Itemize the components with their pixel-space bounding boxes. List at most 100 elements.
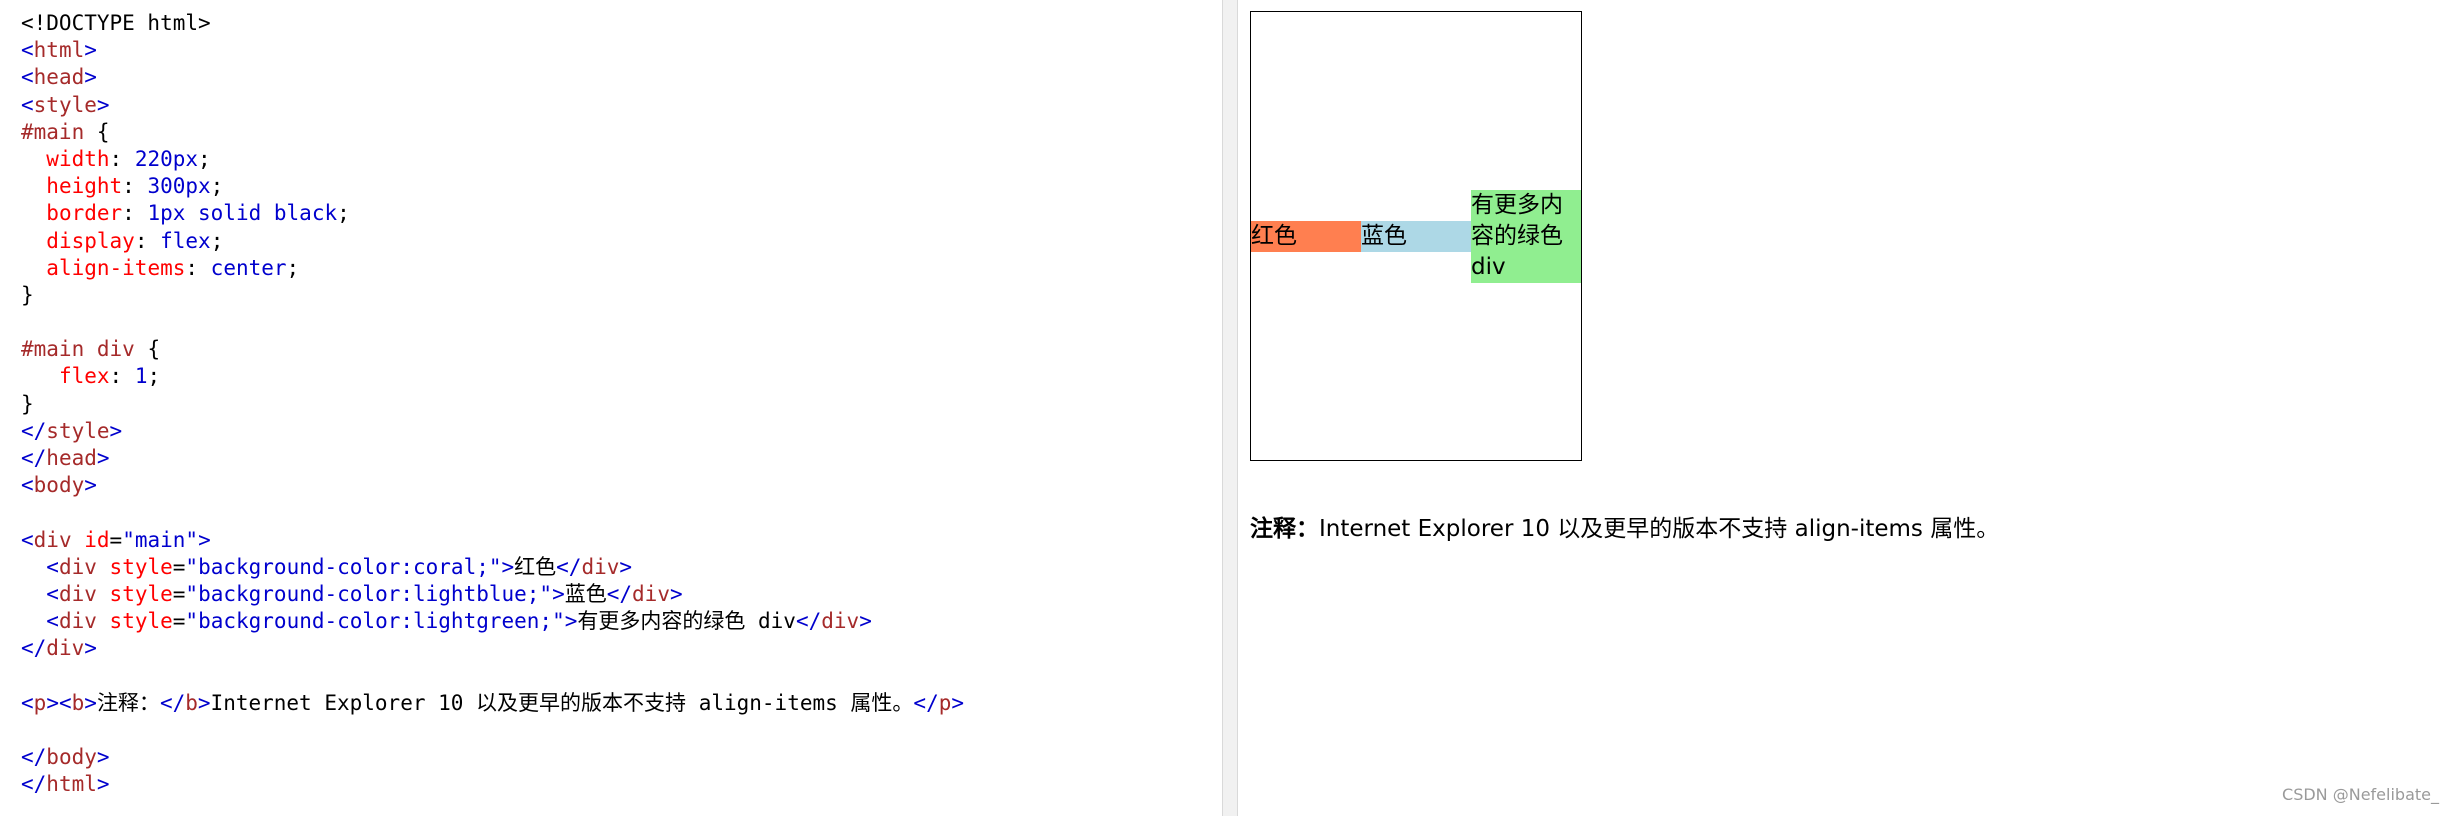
- code-token: </: [21, 418, 47, 443]
- code-token: head: [33, 65, 85, 90]
- code-line: width: 220px;: [21, 146, 964, 173]
- code-line: <!DOCTYPE html>: [21, 10, 964, 37]
- code-token: <: [21, 92, 34, 117]
- code-token: style: [109, 581, 173, 606]
- code-token: </: [21, 636, 47, 661]
- csdn-watermark: CSDN @Nefelibate_: [2282, 785, 2439, 804]
- code-token: 蓝色: [564, 581, 607, 606]
- code-token: >: [198, 527, 211, 552]
- code-token: div: [58, 554, 97, 579]
- code-token: body: [46, 745, 97, 770]
- code-token: >: [197, 690, 211, 715]
- code-token: >: [46, 690, 59, 715]
- code-token: ;: [210, 174, 224, 199]
- code-editor-text[interactable]: <!DOCTYPE html> <html> <head> <style> #main …: [21, 10, 964, 798]
- code-token: div: [632, 581, 670, 606]
- code-token: 300px: [147, 174, 211, 199]
- code-token: =: [172, 581, 186, 606]
- code-line: <div style="background-color:coral;">红色<…: [21, 554, 964, 581]
- code-line: height: 300px;: [21, 173, 964, 200]
- code-token: >: [109, 418, 123, 443]
- code-token: html: [33, 38, 85, 63]
- code-token: p: [938, 690, 952, 715]
- code-token: p: [33, 690, 47, 715]
- code-token: <: [46, 581, 59, 606]
- code-token: {: [84, 119, 110, 144]
- code-token: </: [795, 609, 822, 634]
- code-token: #main div: [21, 337, 135, 362]
- code-token: >: [951, 690, 965, 715]
- code-line: </html>: [21, 771, 964, 798]
- code-token: div: [581, 554, 620, 579]
- code-token: id: [84, 527, 110, 552]
- code-token: 1px solid black: [147, 201, 338, 226]
- note-label: 注释：: [1250, 516, 1319, 542]
- code-token: {: [134, 337, 161, 362]
- code-line: #main div {: [21, 336, 964, 363]
- code-line: align-items: center;: [21, 255, 964, 282]
- code-token: "background-color:coral;": [185, 554, 502, 579]
- code-token: =: [172, 609, 186, 634]
- code-line: display: flex;: [21, 228, 964, 255]
- code-token: >: [96, 772, 110, 797]
- code-token: flex: [160, 228, 211, 253]
- code-token: 220px: [134, 146, 199, 171]
- code-token: 1: [134, 364, 148, 389]
- code-token: :: [185, 255, 211, 280]
- code-token: </: [21, 745, 47, 770]
- code-token: div: [58, 581, 97, 606]
- code-token: </: [913, 690, 939, 715]
- code-token: ;: [337, 201, 350, 226]
- code-token: "background-color:lightblue;": [185, 581, 553, 606]
- code-token: >: [84, 636, 97, 661]
- code-token: ;: [198, 146, 211, 171]
- code-token: >: [84, 473, 97, 498]
- code-token: "background-color:lightgreen;": [185, 609, 565, 634]
- code-token: center: [210, 255, 287, 280]
- code-token: <: [21, 65, 34, 90]
- code-token: html: [46, 772, 97, 797]
- code-token: width: [46, 146, 110, 171]
- code-line: }: [21, 282, 964, 309]
- code-token: </: [21, 772, 47, 797]
- code-token: <: [46, 554, 59, 579]
- code-token: }: [21, 282, 34, 307]
- code-token: "main": [122, 527, 199, 552]
- code-token: b: [185, 690, 198, 715]
- note-text: Internet Explorer 10 以及更早的版本不支持 align-it…: [1319, 516, 2000, 542]
- code-editor-pane[interactable]: <!DOCTYPE html> <html> <head> <style> #main …: [0, 0, 1222, 816]
- code-token: b: [71, 690, 85, 715]
- code-token: style: [109, 554, 173, 579]
- code-token: >: [96, 92, 110, 117]
- code-line: <div style="background-color:lightgreen;…: [21, 608, 964, 635]
- code-token: style: [109, 609, 173, 634]
- code-line: </head>: [21, 445, 964, 472]
- code-token: 红色: [514, 554, 557, 579]
- code-token: style: [33, 92, 97, 117]
- code-token: flex: [58, 364, 110, 389]
- code-token: >: [669, 581, 683, 606]
- tryit-editor-window: <!DOCTYPE html> <html> <head> <style> #main …: [0, 0, 2459, 816]
- code-token: <: [21, 473, 34, 498]
- code-line: }: [21, 391, 964, 418]
- code-token: div: [33, 527, 72, 552]
- code-line: </style>: [21, 418, 964, 445]
- code-line: #main {: [21, 119, 964, 146]
- pane-divider[interactable]: [1222, 0, 1238, 816]
- code-line: <head>: [21, 64, 964, 91]
- code-token: height: [46, 174, 123, 199]
- code-token: =: [109, 527, 123, 552]
- flex-container-main: 红色 蓝色 有更多内容的绿色 div: [1250, 11, 1582, 461]
- code-token: >: [96, 446, 110, 470]
- code-token: Internet Explorer 10 以及更早的版本不支持 align-it…: [210, 690, 914, 715]
- note-paragraph: 注释：Internet Explorer 10 以及更早的版本不支持 align…: [1250, 509, 1999, 543]
- code-token: </: [21, 446, 47, 470]
- code-token: ;: [147, 364, 161, 389]
- code-token: 注释：: [96, 690, 160, 715]
